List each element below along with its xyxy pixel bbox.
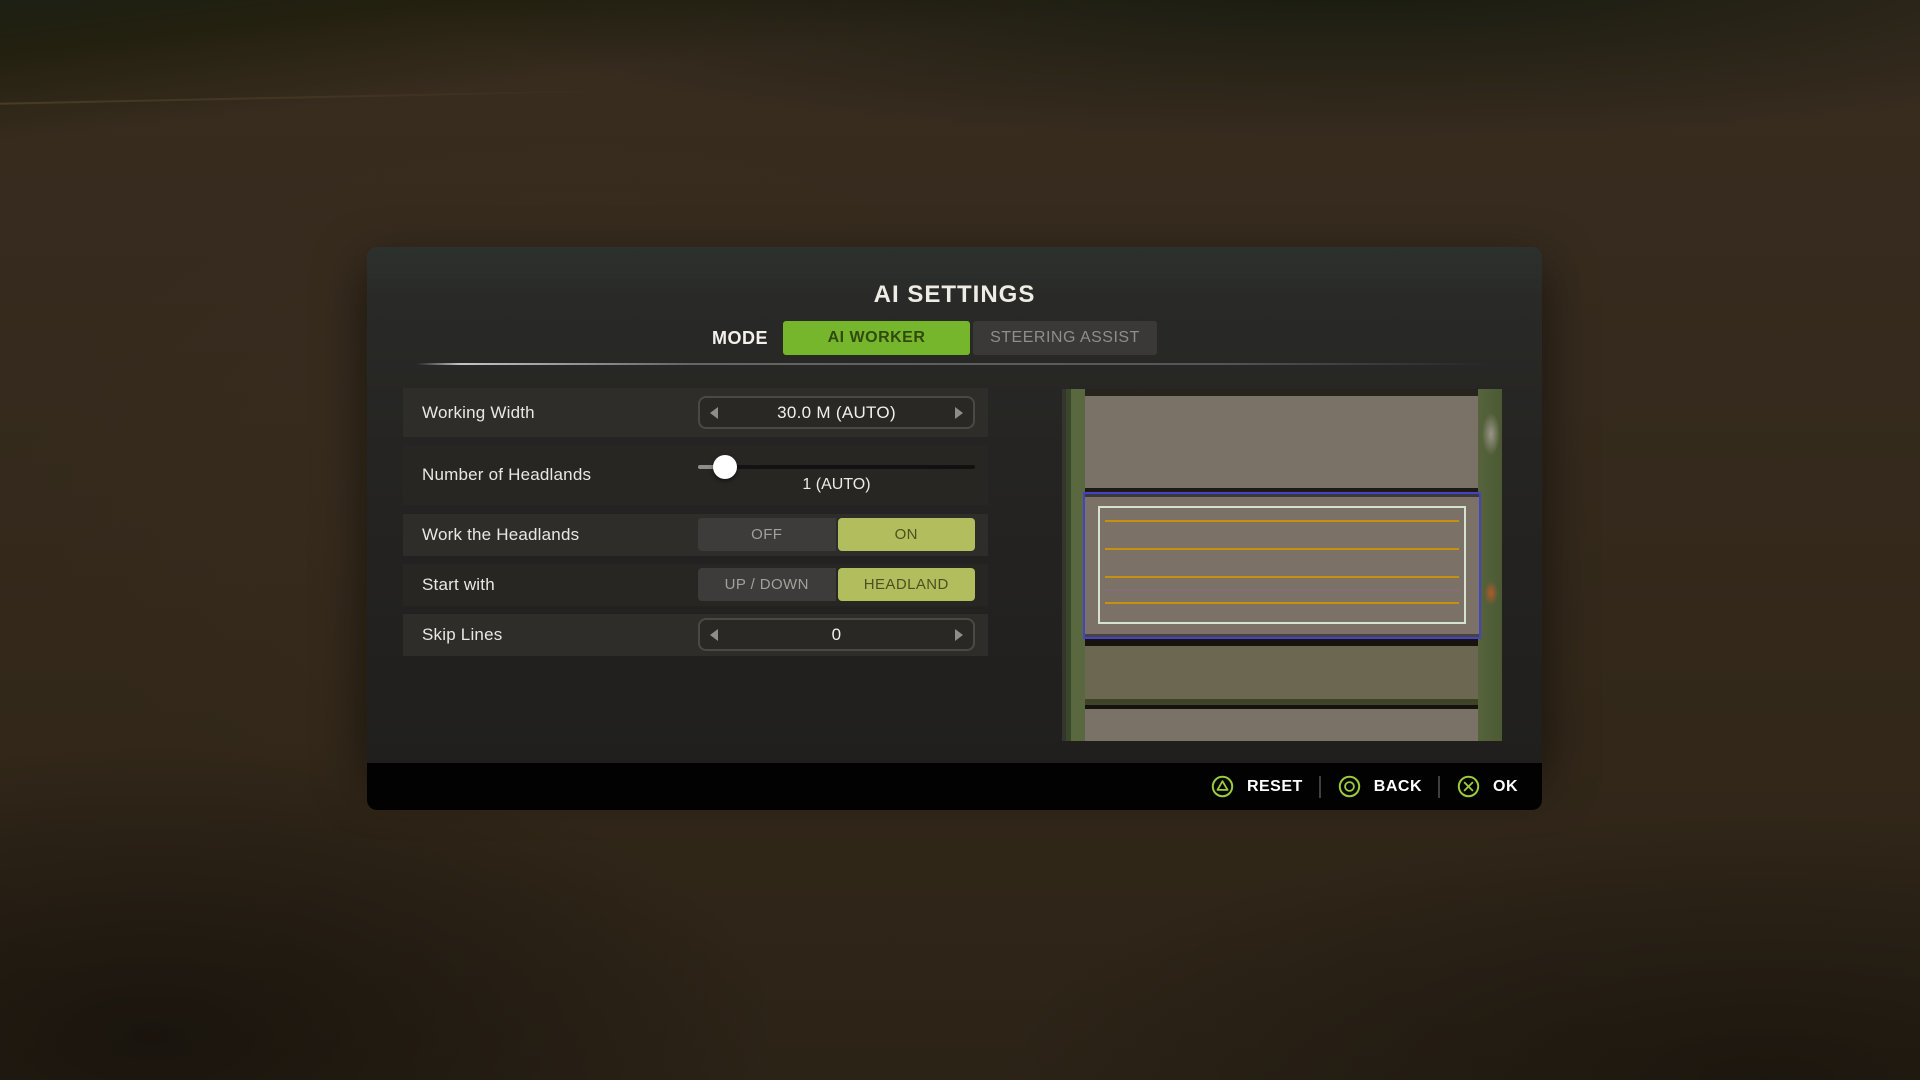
preview-ai-lane-3: [1105, 576, 1459, 578]
page-title: AI SETTINGS: [367, 281, 1542, 309]
skip-lines-label: Skip Lines: [422, 614, 502, 656]
preview-ai-lane-faint: [1105, 589, 1459, 591]
cross-button-icon: [1456, 774, 1481, 799]
preview-top-edge: [1062, 389, 1502, 396]
working-width-stepper[interactable]: 30.0 M (AUTO): [698, 396, 975, 429]
working-width-value: 30.0 M (AUTO): [700, 403, 973, 423]
footer-divider: [1319, 776, 1321, 798]
start-with-toggle: UP / DOWN HEADLAND: [698, 568, 975, 601]
preview-field-separator: [1085, 639, 1478, 646]
tab-steering-assist[interactable]: STEERING ASSIST: [973, 321, 1157, 355]
skip-lines-value: 0: [700, 625, 973, 645]
setting-row-skip-lines: Skip Lines 0: [403, 614, 988, 656]
slider-track[interactable]: [698, 465, 975, 469]
preview-grass-strip: [1085, 699, 1478, 709]
preview-ai-lane-2: [1105, 548, 1459, 550]
field-edge-line: [0, 89, 640, 104]
triangle-button-icon: [1210, 774, 1235, 799]
preview-selected-field-outline: [1083, 492, 1481, 639]
preview-headland-outline: [1098, 506, 1466, 624]
start-with-headland-option[interactable]: HEADLAND: [838, 568, 976, 601]
footer-action-bar: RESET BACK OK: [367, 763, 1542, 810]
tab-ai-worker[interactable]: AI WORKER: [783, 321, 970, 355]
field-preview-map: [1062, 389, 1502, 741]
setting-row-working-width: Working Width 30.0 M (AUTO): [403, 388, 988, 437]
reset-button-label: RESET: [1247, 778, 1303, 796]
preview-bottom-plot: [1085, 709, 1478, 741]
back-button-label: BACK: [1374, 778, 1422, 796]
reset-button[interactable]: RESET: [1210, 774, 1303, 799]
preview-grass-verge-left: [1062, 389, 1085, 741]
work-headlands-toggle: OFF ON: [698, 518, 975, 551]
start-with-updown-option[interactable]: UP / DOWN: [698, 568, 836, 601]
working-width-label: Working Width: [422, 388, 535, 437]
setting-row-number-of-headlands: Number of Headlands 1 (AUTO): [403, 445, 988, 505]
ok-button-label: OK: [1493, 778, 1518, 796]
back-button[interactable]: BACK: [1337, 774, 1422, 799]
footer-divider: [1438, 776, 1440, 798]
work-headlands-on-option[interactable]: ON: [838, 518, 976, 551]
number-of-headlands-label: Number of Headlands: [422, 445, 591, 505]
preview-red-bush: [1484, 581, 1498, 605]
preview-olive-plot: [1085, 646, 1478, 699]
setting-row-work-the-headlands: Work the Headlands OFF ON: [403, 514, 988, 556]
preview-light-patch: [1482, 413, 1500, 455]
work-the-headlands-label: Work the Headlands: [422, 514, 579, 556]
circle-button-icon: [1337, 774, 1362, 799]
preview-ai-lane-4: [1105, 602, 1459, 604]
header-divider: [417, 363, 1490, 365]
mode-label: MODE: [712, 321, 768, 355]
preview-ai-lane-1: [1105, 520, 1459, 522]
ok-button[interactable]: OK: [1456, 774, 1518, 799]
ai-settings-dialog: AI SETTINGS MODE AI WORKER STEERING ASSI…: [367, 247, 1542, 763]
skip-lines-stepper[interactable]: 0: [698, 618, 975, 651]
start-with-label: Start with: [422, 564, 495, 606]
headlands-value: 1 (AUTO): [698, 476, 975, 494]
setting-row-start-with: Start with UP / DOWN HEADLAND: [403, 564, 988, 606]
work-headlands-off-option[interactable]: OFF: [698, 518, 836, 551]
